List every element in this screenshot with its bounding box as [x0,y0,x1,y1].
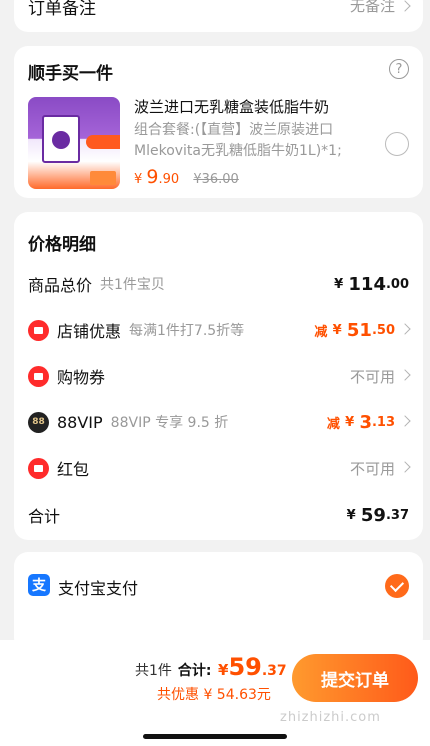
shop-discount-row[interactable]: 店铺优惠 每满1件打7.5折等 减 ¥ 51.50 [28,315,411,345]
addon-product-title[interactable]: 波兰进口无乳糖盒装低脂牛奶 [134,96,329,117]
order-note-label: 订单备注 [28,0,96,19]
checkout-total: ¥59.37 [218,653,287,681]
payment-selected-check-icon[interactable] [385,574,409,598]
shop-icon [28,319,49,341]
goods-total-amount: ¥ 114.00 [334,273,409,295]
addon-original-price: ¥36.00 [193,172,239,187]
order-note-row[interactable]: 订单备注 无备注 [14,0,423,32]
price-detail-title: 价格明细 [28,235,96,255]
sum-amount: ¥ 59.37 [346,504,409,526]
total-saving: 共优惠 ¥ 54.63元 [157,687,271,703]
chevron-right-icon [399,323,411,335]
sum-row: 合计 ¥ 59.37 [28,504,409,527]
vip-discount-amount: 减 ¥ 3.13 [327,412,411,433]
addon-select-radio[interactable] [385,132,409,156]
addon-product-desc: 组合套餐:(【直营】波兰原装进口Mlekovita无乳糖低脂牛奶1L)*1; [134,122,342,159]
chevron-right-icon [399,0,411,12]
addon-product-price: ¥ 9.90 ¥36.00 [134,166,239,188]
submit-order-button[interactable]: 提交订单 [292,654,418,702]
shop-discount-amount: 减 ¥ 51.50 [314,320,411,341]
addon-card: 顺手买一件 ? 波兰进口无乳糖盒装低脂牛奶 组合套餐:(【直营】波兰原装进口Ml… [14,46,423,198]
chevron-right-icon [399,461,411,473]
order-note-value: 无备注 [350,0,411,16]
product-thumbnail[interactable] [28,97,120,189]
coupon-row[interactable]: 购物券 不可用 [28,361,411,391]
red-packet-icon [28,457,49,479]
red-packet-row[interactable]: 红包 不可用 [28,453,411,483]
checkout-bar: 共1件 合计: ¥59.37 共优惠 ¥ 54.63元 提交订单 zhizhizh… [0,640,430,746]
goods-total-row: 商品总价 共1件宝贝 ¥ 114.00 [28,273,409,296]
chevron-right-icon [399,415,411,427]
help-icon[interactable]: ? [389,59,409,79]
coupon-value: 不可用 [350,366,411,387]
payment-method-label: 支付宝支付 [58,579,139,598]
coupon-icon [28,365,49,387]
item-count: 共1件 合计: [135,663,212,679]
alipay-icon: 支 [28,574,50,596]
payment-card[interactable]: 支 支付宝支付 [14,552,423,652]
chevron-right-icon [399,369,411,381]
vip-88-icon: 88 [28,411,49,433]
vip-row[interactable]: 88 88VIP 88VIP 专享 9.5 折 减 ¥ 3.13 [28,407,411,437]
price-detail-card: 价格明细 商品总价 共1件宝贝 ¥ 114.00 店铺优惠 每满1件打7.5折等… [14,212,423,540]
red-packet-value: 不可用 [350,458,411,479]
watermark: zhizhizhi.com [280,710,381,725]
addon-title: 顺手买一件 [28,64,113,84]
home-indicator [143,734,287,739]
